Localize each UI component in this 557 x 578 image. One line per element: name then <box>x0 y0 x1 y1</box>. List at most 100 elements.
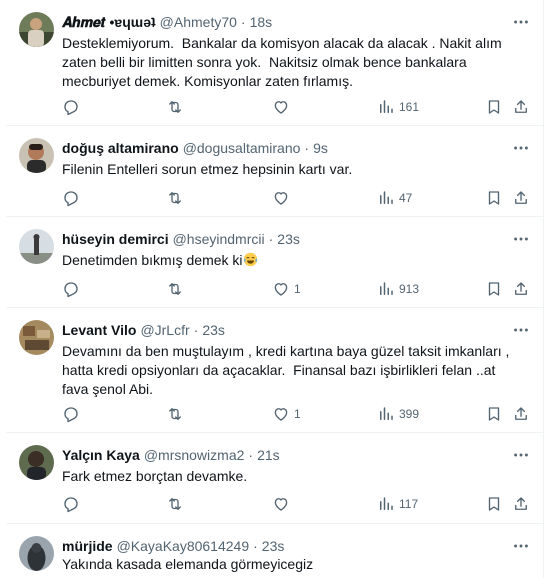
share-icon <box>512 189 530 207</box>
like-button[interactable] <box>272 188 294 208</box>
more-icon[interactable] <box>511 536 531 556</box>
views-button[interactable]: 399 <box>377 404 419 424</box>
share-button[interactable] <box>512 494 530 514</box>
retweet-button[interactable] <box>166 404 184 424</box>
timestamp[interactable]: 18s <box>250 14 273 30</box>
views-button[interactable]: 117 <box>377 494 418 514</box>
author-name[interactable]: Levant Vilo <box>62 322 136 338</box>
reply-button[interactable] <box>62 188 80 208</box>
timestamp[interactable]: 23s <box>262 538 285 554</box>
bookmark-button[interactable] <box>485 188 503 208</box>
reply-icon <box>62 189 80 207</box>
separator-dot: · <box>304 140 310 156</box>
author-name[interactable]: mürjide <box>62 538 113 554</box>
view-count: 399 <box>399 407 420 421</box>
bookmark-button[interactable] <box>485 97 503 117</box>
timestamp[interactable]: 9s <box>313 140 328 156</box>
share-button[interactable] <box>512 404 530 424</box>
retweet-icon <box>166 495 184 513</box>
avatar[interactable] <box>19 138 54 173</box>
bookmark-icon <box>485 189 503 207</box>
bookmark-button[interactable] <box>485 494 503 514</box>
more-icon[interactable] <box>511 320 531 340</box>
tweet-2[interactable]: doğuş altamirano @dogusaltamirano · 9s F… <box>6 126 543 217</box>
share-icon <box>512 98 530 116</box>
bookmark-button[interactable] <box>485 404 503 424</box>
views-icon <box>377 280 395 298</box>
view-count: 47 <box>399 191 413 205</box>
reply-button[interactable] <box>62 404 80 424</box>
reply-button[interactable] <box>62 97 80 117</box>
bookmark-button[interactable] <box>485 279 503 299</box>
share-icon <box>512 280 530 298</box>
bookmark-icon <box>485 495 503 513</box>
view-count: 161 <box>399 100 420 114</box>
reply-button[interactable] <box>62 494 80 514</box>
author-handle[interactable]: @dogusaltamirano <box>183 140 301 156</box>
more-icon[interactable] <box>511 12 531 32</box>
views-button[interactable]: 913 <box>377 279 419 299</box>
like-button[interactable] <box>272 97 294 117</box>
views-button[interactable]: 161 <box>377 97 419 117</box>
author-name[interactable]: Yalçın Kaya <box>62 447 140 463</box>
heart-icon <box>272 405 290 423</box>
reply-timeline: 𝑨𝒉𝒎𝒆𝒕 •ɐɥɯǝʇ @Ahmety70 · 18s Desteklemiy… <box>6 0 544 578</box>
avatar[interactable] <box>19 12 54 47</box>
tweet-5[interactable]: Yalçın Kaya @mrsnowizma2 · 21s Fark etme… <box>6 433 543 524</box>
more-icon[interactable] <box>511 229 531 249</box>
share-button[interactable] <box>512 188 530 208</box>
tweet-text: Yakında kasada elemanda görmeyicegiz <box>62 556 314 572</box>
avatar[interactable] <box>19 445 54 480</box>
tweet-text: Devamını da ben muştulayım , kredi kartı… <box>62 343 514 397</box>
timestamp[interactable]: 23s <box>202 322 225 338</box>
more-icon[interactable] <box>511 445 531 465</box>
author-handle[interactable]: @Ahmety70 <box>160 14 237 30</box>
separator-dot: · <box>240 14 246 30</box>
heart-icon <box>272 495 290 513</box>
share-button[interactable] <box>512 97 530 117</box>
bookmark-icon <box>485 98 503 116</box>
author-handle[interactable]: @KayaKay80614249 <box>117 538 250 554</box>
like-count: 1 <box>294 407 301 421</box>
retweet-button[interactable] <box>166 97 184 117</box>
retweet-button[interactable] <box>166 279 184 299</box>
reply-button[interactable] <box>62 279 80 299</box>
tweet-text-row: Denetimden bıkmış demek ki <box>62 251 522 270</box>
share-button[interactable] <box>512 279 530 299</box>
like-button[interactable] <box>272 494 294 514</box>
author-name[interactable]: doğuş altamirano <box>62 140 179 156</box>
author-handle[interactable]: @hseyindmrcii <box>173 231 265 247</box>
avatar[interactable] <box>19 320 54 355</box>
tweet-3[interactable]: hüseyin demirci @hseyindmrcii · 23s Dene… <box>6 217 543 308</box>
views-icon <box>377 98 395 116</box>
author-handle[interactable]: @mrsnowizma2 <box>144 447 245 463</box>
view-count: 913 <box>399 282 420 296</box>
heart-icon <box>272 189 290 207</box>
views-button[interactable]: 47 <box>377 188 412 208</box>
separator-dot: · <box>193 322 199 338</box>
author-name[interactable]: 𝑨𝒉𝒎𝒆𝒕 •ɐɥɯǝʇ <box>62 14 156 31</box>
retweet-icon <box>166 189 184 207</box>
author-handle[interactable]: @JrLcfr <box>140 322 189 338</box>
like-button[interactable]: 1 <box>272 404 301 424</box>
tweet-6[interactable]: mürjide @KayaKay80614249 · 23s Yakında k… <box>6 524 543 578</box>
author-name[interactable]: hüseyin demirci <box>62 231 169 247</box>
tweet-text: Desteklemiyorum. Bankalar da komisyon al… <box>62 35 506 89</box>
timestamp[interactable]: 21s <box>257 447 280 463</box>
tweet-4[interactable]: Levant Vilo @JrLcfr · 23s Devamını da be… <box>6 308 543 433</box>
bookmark-icon <box>485 280 503 298</box>
timestamp[interactable]: 23s <box>277 231 300 247</box>
tweet-text: Filenin Entelleri sorun etmez hepsinin k… <box>62 161 353 177</box>
share-icon <box>512 405 530 423</box>
like-button[interactable]: 1 <box>272 279 301 299</box>
retweet-button[interactable] <box>166 188 184 208</box>
tweet-text: Denetimden bıkmış demek ki <box>62 252 243 268</box>
views-icon <box>377 405 395 423</box>
retweet-button[interactable] <box>166 494 184 514</box>
tweet-1[interactable]: 𝑨𝒉𝒎𝒆𝒕 •ɐɥɯǝʇ @Ahmety70 · 18s Desteklemiy… <box>6 0 543 126</box>
more-icon[interactable] <box>511 138 531 158</box>
views-icon <box>377 189 395 207</box>
heart-icon <box>272 280 290 298</box>
avatar[interactable] <box>19 229 54 264</box>
avatar[interactable] <box>19 536 54 571</box>
